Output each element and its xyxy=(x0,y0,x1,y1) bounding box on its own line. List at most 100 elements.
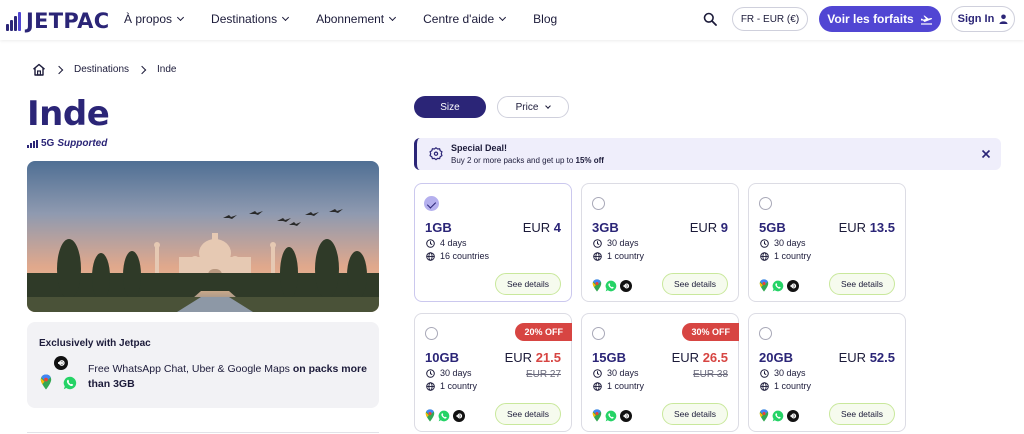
whatsapp-icon xyxy=(605,280,617,291)
discount-badge: 20% OFF xyxy=(515,323,572,341)
deal-title: Special Deal! xyxy=(451,143,508,153)
globe-icon xyxy=(760,251,769,261)
chevron-down-icon xyxy=(545,102,552,109)
close-icon[interactable] xyxy=(979,147,993,161)
pack-radio[interactable] xyxy=(592,197,605,210)
pack-duration: 30 days xyxy=(760,368,806,378)
google-maps-icon xyxy=(592,279,602,292)
deal-subtitle-plain: Buy 2 or more packs and get up to xyxy=(451,156,576,165)
pack-radio[interactable] xyxy=(759,197,772,210)
pack-card-20gb[interactable]: 20GB EUR 52.5 30 days 1 country See deta… xyxy=(748,313,906,432)
menu-item-centre-aide[interactable]: Centre d'aide xyxy=(423,12,507,26)
search-icon[interactable] xyxy=(703,12,717,26)
sign-in-button[interactable]: Sign In xyxy=(951,6,1015,32)
menu-item-a-propos[interactable]: À propos xyxy=(124,12,185,26)
size-filter-label: Size xyxy=(440,101,460,113)
pack-radio[interactable] xyxy=(759,327,772,340)
pack-days: 30 days xyxy=(440,368,472,378)
pack-price-value: 13.5 xyxy=(869,220,895,235)
exclusive-title: Exclusively with Jetpac xyxy=(39,338,151,349)
breadcrumb-separator-icon xyxy=(137,65,147,74)
pack-currency: EUR xyxy=(504,350,533,365)
pack-countries: 1 country xyxy=(774,381,812,391)
pack-price-value: 9 xyxy=(720,220,728,235)
see-details-button[interactable]: See details xyxy=(495,273,561,295)
google-maps-icon xyxy=(425,409,435,422)
breadcrumb-destinations-link[interactable]: Destinations xyxy=(74,64,129,75)
see-details-button[interactable]: See details xyxy=(495,403,561,425)
menu-item-destinations[interactable]: Destinations xyxy=(211,12,290,26)
language-currency-label: FR - EUR (€) xyxy=(740,13,800,25)
pack-countries: 1 country xyxy=(440,381,478,391)
price-filter-label: Price xyxy=(515,101,539,113)
pack-currency: EUR xyxy=(689,220,718,235)
clock-icon xyxy=(593,368,602,378)
breadcrumb-current: Inde xyxy=(157,64,177,75)
pack-countries: 1 country xyxy=(774,251,812,261)
pack-card-1gb[interactable]: 1GB EUR 4 4 days 16 countries See detail… xyxy=(414,183,572,302)
whatsapp-icon xyxy=(605,410,617,421)
pack-size: 1GB xyxy=(425,220,452,235)
see-details-button[interactable]: See details xyxy=(662,273,728,295)
chevron-down-icon xyxy=(176,13,185,22)
special-deal-banner: Special Deal! Buy 2 or more packs and ge… xyxy=(414,138,1001,170)
whatsapp-icon xyxy=(438,410,450,421)
pack-days: 30 days xyxy=(774,368,806,378)
deal-subtitle: Buy 2 or more packs and get up to 15% of… xyxy=(451,156,604,165)
pack-days: 4 days xyxy=(440,238,467,248)
home-icon[interactable] xyxy=(32,63,46,76)
network-support: 5G Supported xyxy=(27,138,107,149)
see-details-button[interactable]: See details xyxy=(829,403,895,425)
pack-card-15gb[interactable]: 30% OFF 15GB EUR 26.5 EUR 38 30 days 1 c… xyxy=(581,313,739,432)
pack-card-10gb[interactable]: 20% OFF 10GB EUR 21.5 EUR 27 30 days 1 c… xyxy=(414,313,572,432)
menu-item-label: À propos xyxy=(124,12,173,26)
uber-icon xyxy=(620,409,632,422)
chevron-down-icon xyxy=(282,13,290,22)
see-details-button[interactable]: See details xyxy=(662,403,728,425)
globe-icon xyxy=(593,251,602,261)
pack-included-apps xyxy=(592,279,632,292)
clock-icon xyxy=(760,368,769,378)
destination-hero-image xyxy=(27,161,379,312)
language-currency-button[interactable]: FR - EUR (€) xyxy=(732,7,808,31)
pack-coverage: 1 country xyxy=(593,251,644,261)
main-menu: À propos Destinations Abonnement Centre … xyxy=(124,12,557,26)
view-plans-button[interactable]: Voir les forfaits xyxy=(819,6,941,32)
sign-in-label: Sign In xyxy=(957,13,995,25)
pack-duration: 30 days xyxy=(760,238,806,248)
pack-size: 10GB xyxy=(425,350,459,365)
menu-item-blog[interactable]: Blog xyxy=(533,12,557,26)
plane-icon xyxy=(920,15,932,25)
whatsapp-icon xyxy=(772,410,784,421)
pack-coverage: 1 country xyxy=(760,381,811,391)
size-filter-button[interactable]: Size xyxy=(414,96,486,118)
price-filter-button[interactable]: Price xyxy=(497,96,569,118)
pack-countries: 1 country xyxy=(607,251,645,261)
pack-price: EUR 9 xyxy=(690,220,728,235)
exclusive-text-plain: Free WhatsApp Chat, Uber & Google Maps xyxy=(88,363,293,375)
pack-card-5gb[interactable]: 5GB EUR 13.5 30 days 1 country See detai… xyxy=(748,183,906,302)
see-details-button[interactable]: See details xyxy=(829,273,895,295)
pack-included-apps xyxy=(592,409,632,422)
menu-item-abonnement[interactable]: Abonnement xyxy=(316,12,397,26)
user-icon xyxy=(999,14,1008,24)
pack-card-3gb[interactable]: 3GB EUR 9 30 days 1 country See details xyxy=(581,183,739,302)
pack-included-apps xyxy=(759,409,799,422)
pack-duration: 30 days xyxy=(593,368,639,378)
page-title: Inde xyxy=(27,94,110,134)
pack-price-value: 52.5 xyxy=(869,350,895,365)
pack-radio[interactable] xyxy=(592,327,605,340)
clock-icon xyxy=(426,368,435,378)
uber-icon xyxy=(54,356,68,370)
pack-radio[interactable] xyxy=(424,196,439,211)
pack-radio[interactable] xyxy=(425,327,438,340)
globe-icon xyxy=(593,381,602,391)
menu-item-label: Abonnement xyxy=(316,12,385,26)
whatsapp-icon xyxy=(772,280,784,291)
pack-included-apps xyxy=(425,409,465,422)
pack-price: EUR 13.5 xyxy=(839,220,895,235)
pack-included-apps xyxy=(759,279,799,292)
pack-price-value: 26.5 xyxy=(702,350,728,365)
logo[interactable]: JETPAC xyxy=(6,9,109,33)
pack-currency: EUR xyxy=(522,220,551,235)
